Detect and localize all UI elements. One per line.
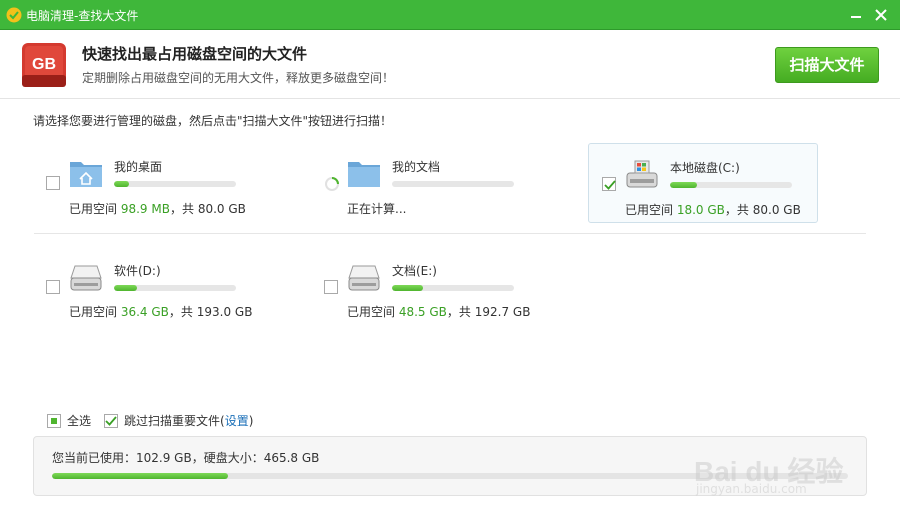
used-value: 18.0 GB — [676, 203, 725, 217]
hard-drive-icon — [348, 265, 380, 291]
disk-summary-bar-fill — [52, 473, 228, 479]
gb-file-icon: GB — [22, 43, 66, 87]
usage-prefix: 已用空间 — [69, 305, 118, 319]
drive-checkbox[interactable] — [46, 176, 60, 190]
title-bar: 电脑清理-查找大文件 — [0, 0, 900, 30]
baidu-watermark: Bai du 经验 jingyan.baidu.com — [690, 430, 860, 500]
usage-mid: ，共 — [168, 305, 193, 319]
usage-bar — [114, 285, 236, 291]
drive-checkbox[interactable] — [46, 280, 60, 294]
divider — [34, 233, 866, 234]
desktop-folder-icon — [70, 162, 102, 187]
usage-text: 已用空间 18.0 GB，共 80.0 GB — [625, 201, 801, 218]
page-subtitle: 定期删除占用磁盘空间的无用大文件，释放更多磁盘空间！ — [82, 71, 395, 85]
drive-item-c[interactable]: 本地磁盘(C:) 已用空间 18.0 GB，共 80.0 GB — [588, 143, 818, 223]
usage-bar — [670, 182, 792, 188]
disk-summary-text: 您当前已使用：102.9 GB，硬盘大小：465.8 GB — [52, 451, 320, 465]
usage-bar-fill — [114, 181, 129, 187]
skip-important-label: 跳过扫描重要文件( — [124, 414, 225, 428]
header-panel: GB 快速找出最占用磁盘空间的大文件 定期删除占用磁盘空间的无用大文件，释放更多… — [0, 31, 900, 99]
drive-item-d[interactable]: 软件(D:) 已用空间 36.4 GB，共 193.0 GB — [33, 252, 265, 332]
drive-item-documents[interactable]: 我的文档 正在计算... — [311, 148, 543, 228]
used-value: 48.5 GB — [398, 305, 447, 319]
usage-prefix: 已用空间 — [69, 202, 118, 216]
drive-checkbox[interactable] — [324, 280, 338, 294]
usage-bar — [392, 181, 514, 187]
instruction-text: 请选择您要进行管理的磁盘，然后点击"扫描大文件"按钮进行扫描！ — [33, 114, 393, 128]
skip-important-checkbox[interactable] — [104, 414, 118, 428]
drive-name: 本地磁盘(C:) — [670, 161, 740, 175]
close-icon[interactable] — [870, 4, 892, 26]
app-logo-icon — [6, 7, 22, 23]
drive-checkbox-checked[interactable] — [602, 177, 616, 191]
total-value: 192.7 GB — [474, 305, 531, 319]
usage-text: 已用空间 48.5 GB，共 192.7 GB — [347, 303, 530, 320]
checkmark-icon — [105, 416, 117, 426]
total-value: 80.0 GB — [752, 203, 801, 217]
usage-text: 已用空间 98.9 MB，共 80.0 GB — [69, 200, 246, 217]
usage-mid: ，共 — [724, 203, 749, 217]
usage-bar — [114, 181, 236, 187]
window-title: 电脑清理-查找大文件 — [26, 9, 139, 23]
usage-prefix: 已用空间 — [625, 203, 674, 217]
loading-spinner-icon — [325, 177, 339, 191]
total-value: 80.0 GB — [197, 202, 246, 216]
documents-folder-icon — [348, 162, 380, 187]
total-value: 193.0 GB — [196, 305, 253, 319]
watermark-url: jingyan.baidu.com — [696, 482, 807, 496]
drive-name: 我的桌面 — [114, 160, 163, 174]
status-text: 正在计算... — [347, 202, 407, 216]
usage-mid: ，共 — [169, 202, 194, 216]
select-all-option[interactable]: 全选 — [47, 412, 91, 429]
checkmark-icon — [604, 180, 616, 190]
hard-drive-icon — [70, 265, 102, 291]
drive-name: 文档(E:) — [392, 264, 437, 278]
usage-prefix: 已用空间 — [347, 305, 396, 319]
page-title: 快速找出最占用磁盘空间的大文件 — [82, 45, 308, 63]
used-value: 98.9 MB — [120, 202, 170, 216]
partial-check-icon — [51, 418, 57, 424]
drive-name: 我的文档 — [392, 160, 441, 174]
usage-text: 已用空间 36.4 GB，共 193.0 GB — [69, 303, 252, 320]
usage-bar-fill — [392, 285, 423, 291]
system-drive-icon — [626, 160, 658, 188]
gb-icon-text: GB — [32, 56, 56, 73]
usage-bar-fill — [670, 182, 697, 188]
scan-large-files-button[interactable]: 扫描大文件 — [775, 47, 879, 83]
skip-important-option[interactable]: 跳过扫描重要文件(设置) — [104, 412, 253, 429]
drive-item-desktop[interactable]: 我的桌面 已用空间 98.9 MB，共 80.0 GB — [33, 148, 265, 228]
settings-link[interactable]: 设置 — [225, 414, 249, 428]
minimize-icon[interactable] — [845, 4, 867, 26]
drive-name: 软件(D:) — [114, 264, 161, 278]
usage-bar — [392, 285, 514, 291]
usage-mid: ，共 — [446, 305, 471, 319]
select-all-label: 全选 — [67, 414, 92, 428]
select-all-checkbox[interactable] — [47, 414, 61, 428]
usage-bar-fill — [114, 285, 138, 291]
skip-important-suffix: ) — [248, 414, 254, 428]
drive-item-e[interactable]: 文档(E:) 已用空间 48.5 GB，共 192.7 GB — [311, 252, 543, 332]
used-value: 36.4 GB — [120, 305, 169, 319]
